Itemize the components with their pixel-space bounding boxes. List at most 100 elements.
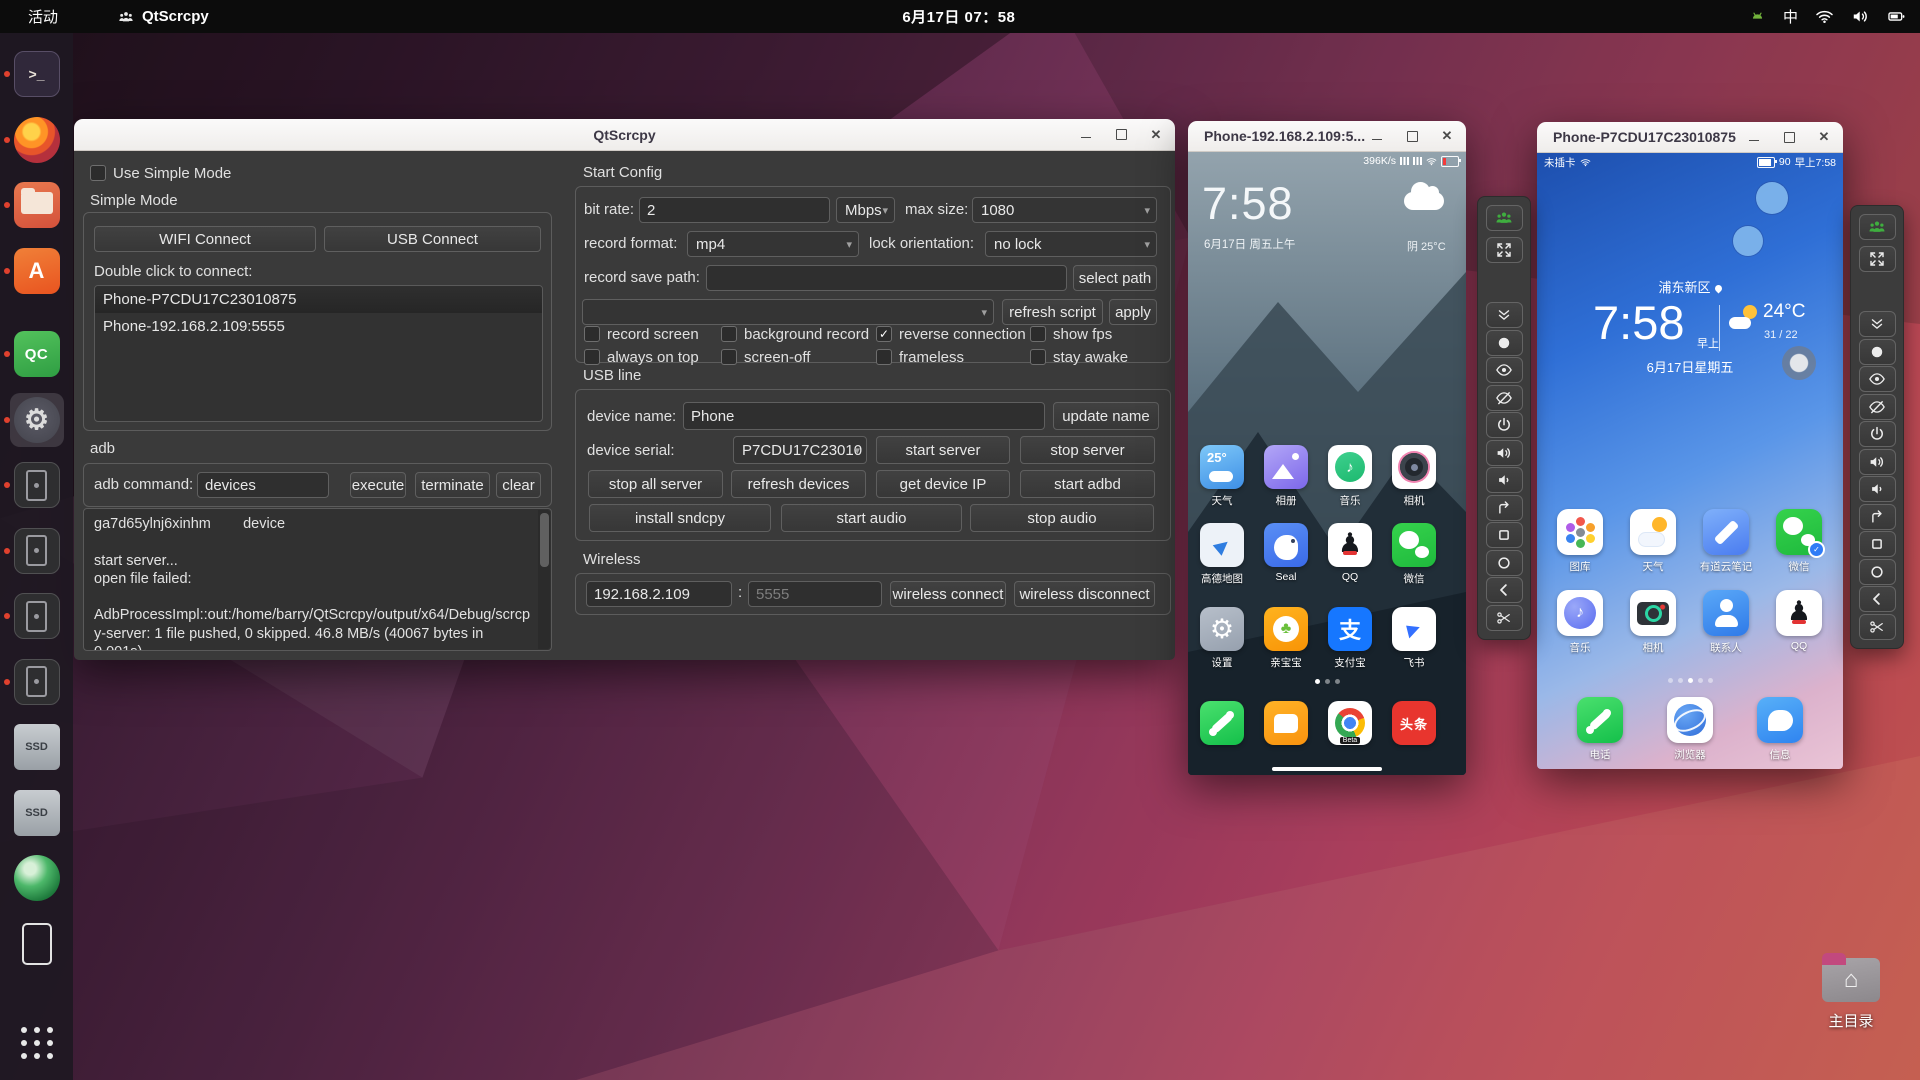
checkbox-record-screen[interactable]: record screen (584, 325, 699, 343)
volume-down-button[interactable] (1858, 476, 1896, 502)
phone2-titlebar[interactable]: Phone-P7CDU17C23010875 ✕ (1537, 122, 1843, 153)
app-huawei-weather[interactable]: 天气 (1630, 509, 1676, 574)
app-music1[interactable]: 音乐 (1328, 445, 1372, 508)
input-method-indicator[interactable]: 中 (1783, 6, 1798, 27)
app-feishu[interactable]: 飞书 (1392, 607, 1436, 670)
start-server-button[interactable]: start server (876, 436, 1010, 464)
screen-off-button[interactable] (1485, 384, 1523, 411)
app-miui-settings[interactable]: 设置 (1200, 607, 1244, 670)
wifi-icon[interactable] (1815, 7, 1834, 26)
app-qq[interactable]: QQ (1328, 523, 1372, 586)
touch-button[interactable] (1858, 338, 1896, 365)
checkbox-frameless[interactable]: frameless (876, 348, 964, 366)
back-button[interactable] (1858, 586, 1896, 612)
wireless-port-input[interactable] (748, 581, 882, 607)
app-camera1[interactable]: 相机 (1392, 445, 1436, 508)
screenshot-button[interactable] (1485, 604, 1523, 631)
start-audio-button[interactable]: start audio (781, 504, 962, 532)
power-button[interactable] (1485, 412, 1523, 438)
app-phone-green[interactable] (1200, 701, 1244, 745)
dock-item-phone-mirror-9[interactable] (3, 658, 60, 705)
device-list-item[interactable]: Phone-P7CDU17C23010875 (95, 286, 542, 313)
home-folder[interactable]: ⌂ 主目录 (1806, 953, 1896, 1031)
screenshot-button[interactable] (1858, 613, 1896, 640)
app-alipay[interactable]: 支付宝 (1328, 607, 1372, 670)
install-sndcpy-button[interactable]: install sndcpy (589, 504, 771, 532)
minimize-button[interactable] (1077, 126, 1095, 144)
app-weather1[interactable]: 天气 (1200, 445, 1244, 508)
device-list-item[interactable]: Phone-192.168.2.109:5555 (95, 313, 542, 340)
dock-item-phone-mirror-7[interactable] (3, 527, 60, 574)
back-button[interactable] (1485, 577, 1523, 603)
volume-up-button[interactable] (1858, 448, 1896, 475)
battery-icon[interactable] (1887, 7, 1906, 26)
app-browser[interactable]: 浏览器 (1667, 697, 1713, 762)
update-name-button[interactable]: update name (1053, 402, 1159, 430)
app-phone-green[interactable]: 电话 (1577, 697, 1623, 762)
adb-log-box[interactable]: ga7d65ylnj6xinhm device start server... o… (83, 508, 552, 651)
app-chrome[interactable] (1328, 701, 1372, 745)
power-button[interactable] (1858, 421, 1896, 447)
app-switch-button[interactable] (1485, 522, 1523, 548)
usb-connect-button[interactable]: USB Connect (324, 226, 541, 252)
logo-button[interactable] (1858, 214, 1896, 240)
checkbox-background-record[interactable]: background record (721, 325, 869, 343)
logo-button[interactable] (1485, 205, 1523, 231)
screen-off-button[interactable] (1858, 393, 1896, 420)
device-list[interactable]: Phone-P7CDU17C23010875 Phone-192.168.2.10… (94, 285, 543, 422)
maximize-button[interactable] (1780, 128, 1798, 146)
execute-button[interactable]: execute (350, 472, 406, 498)
dock-item-files-2[interactable] (3, 182, 60, 228)
home-indicator[interactable] (1272, 767, 1382, 771)
screen-on-button[interactable] (1858, 366, 1896, 392)
dock-item-phone-mirror-8[interactable] (3, 593, 60, 639)
phone2-screen[interactable]: 未插卡 90 早上7:58 浦东新区 7:58 早上 24°C 31 / 22 … (1537, 153, 1843, 769)
adb-command-input[interactable] (197, 472, 329, 498)
phone1-titlebar[interactable]: Phone-192.168.2.109:5... ✕ (1188, 121, 1466, 152)
get-device-IP-button[interactable]: get device IP (876, 470, 1010, 498)
app-huawei-camera[interactable]: 相机 (1630, 590, 1676, 655)
app-seal[interactable]: Seal (1264, 523, 1308, 586)
refresh-devices-button[interactable]: refresh devices (731, 470, 866, 498)
touch-button[interactable] (1485, 329, 1523, 356)
dock-item-qc-4[interactable]: QC (3, 331, 60, 377)
checkbox-screen-off[interactable]: screen-off (721, 348, 810, 366)
expand-button[interactable] (1485, 302, 1523, 328)
close-button[interactable]: ✕ (1147, 126, 1165, 144)
android-tray-icon[interactable] (1749, 8, 1766, 25)
use-simple-mode-checkbox[interactable]: Use Simple Mode (90, 164, 231, 182)
app-messages[interactable]: 信息 (1757, 697, 1803, 762)
qtscrcpy-titlebar[interactable]: QtScrcpy ✕ (74, 119, 1175, 151)
dock-item-ssd-10[interactable] (13, 724, 60, 770)
stop-all-server-button[interactable]: stop all server (588, 470, 723, 498)
home-button[interactable] (1485, 549, 1523, 576)
phone1-screen[interactable]: 396K/s 7:58 6月17日 周五上午 阴 25°C 天气 相册 音乐 相机高德… (1188, 152, 1466, 775)
fullscreen-button[interactable] (1485, 237, 1523, 263)
app-mms[interactable] (1264, 701, 1308, 745)
focused-app-menu[interactable]: QtScrcpy (118, 8, 209, 25)
rotate-button[interactable] (1858, 503, 1896, 530)
device-serial-dropdown[interactable]: P7CDU17C23010 ▾ (733, 436, 867, 464)
dock-item-settings-5[interactable] (3, 392, 64, 447)
dock-item-ssd-11[interactable] (13, 789, 60, 836)
dock-item-firefox-1[interactable] (3, 116, 60, 163)
assistive-ball[interactable] (1782, 346, 1816, 380)
app-huawei-music[interactable]: 音乐 (1557, 590, 1603, 655)
wireless-disconnect-button[interactable]: wireless disconnect (1014, 581, 1155, 607)
dock-item-software-3[interactable] (3, 247, 60, 294)
app-wechat[interactable]: 微信 (1392, 523, 1436, 586)
screen-on-button[interactable] (1485, 357, 1523, 383)
app-qinbaobao[interactable]: 亲宝宝 (1264, 607, 1308, 670)
app-huawei-gallery[interactable]: 图库 (1557, 509, 1603, 574)
volume-up-button[interactable] (1485, 439, 1523, 466)
wireless-ip-input[interactable] (586, 581, 732, 607)
close-button[interactable]: ✕ (1438, 127, 1456, 145)
wireless-connect-button[interactable]: wireless connect (890, 581, 1006, 607)
rotate-button[interactable] (1485, 494, 1523, 521)
maximize-button[interactable] (1112, 126, 1130, 144)
activities-button[interactable]: 活动 (28, 6, 58, 27)
system-tray[interactable]: 中 (1749, 6, 1906, 27)
dock-item-phone-mirror-6[interactable] (3, 462, 60, 508)
minimize-button[interactable] (1745, 128, 1763, 146)
app-contacts[interactable]: 联系人 (1703, 590, 1749, 655)
